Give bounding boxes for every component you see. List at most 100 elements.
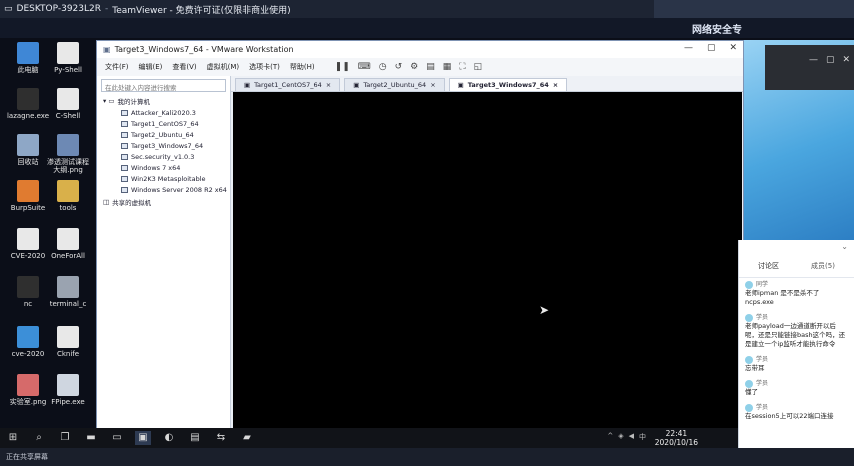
app-icon[interactable]: ▤ (187, 431, 203, 445)
chat-user: 学员 (756, 380, 769, 387)
collapse-icon[interactable]: ⌄ (841, 242, 848, 251)
thumbnail-icon[interactable]: ▦ (443, 62, 452, 72)
vm-tab[interactable]: ▣ Target2_Ubuntu_64 × (344, 78, 445, 91)
start-icon[interactable]: ⊞ (5, 431, 21, 445)
library-vm-item[interactable]: Win2K3 Metasploitable (97, 173, 230, 184)
desktop-icon[interactable]: 回收站 (6, 134, 50, 166)
library-vm-item[interactable]: Sec.security_v1.0.3 (97, 151, 230, 162)
menu-tabs[interactable]: 选项卡(T) (249, 62, 280, 72)
close-icon[interactable]: ✕ (842, 55, 850, 65)
desktop-icon[interactable]: Cknife (46, 326, 90, 358)
library-panel: 在此处键入内容进行搜索 ▾ ▭ 我的计算机 Attacker_Kali2020.… (97, 76, 231, 431)
shared-icon: ◫ (103, 198, 110, 206)
sidebar-icon[interactable]: ▤ (426, 62, 435, 72)
chat-message: 学员 老师payload一边通道断开以后呢，还是只能链接bash这个吗，还是建立一… (739, 311, 854, 353)
desktop-icon[interactable]: cve-2020 (6, 326, 50, 358)
avatar (745, 379, 753, 388)
vmware-toolbar: ❚❚ ⌨ ◷ ↺ ⚙ ▤ ▦ ⛶ ◱ (335, 62, 482, 72)
volume-icon[interactable]: ◀ (629, 432, 634, 442)
desktop-icon[interactable]: Py-Shell (46, 42, 90, 74)
snapshot-icon[interactable]: ◷ (379, 62, 387, 72)
network-icon[interactable]: ◈ (618, 432, 623, 442)
desktop-icon[interactable]: terminal_c (46, 276, 90, 308)
teamviewer-icon[interactable]: ⇆ (213, 431, 229, 445)
file-icon (57, 276, 79, 298)
desktop-icon[interactable]: lazagne.exe (6, 88, 50, 120)
file-icon (57, 326, 79, 348)
shared-vms[interactable]: ◫ 共享的虚拟机 (97, 195, 230, 209)
close-icon[interactable]: × (430, 81, 435, 89)
file-icon (17, 88, 39, 110)
minimize-icon[interactable]: — (809, 55, 818, 65)
vm-console[interactable]: ➤ (233, 92, 742, 429)
desktop-icon[interactable]: 实验室.png (6, 374, 50, 406)
library-vm-item[interactable]: Windows Server 2008 R2 x64 (97, 184, 230, 195)
library-vm-item[interactable]: Windows 7 x64 (97, 162, 230, 173)
maximize-icon[interactable]: ▢ (707, 43, 716, 53)
vm-tab[interactable]: ▣ Target3_Windows7_64 × (448, 78, 568, 91)
desktop-icon[interactable]: FPipe.exe (46, 374, 90, 406)
library-vm-item[interactable]: Target2_Ubuntu_64 (97, 129, 230, 140)
chevron-up-icon[interactable]: ^ (607, 432, 613, 442)
ime-icon[interactable]: 中 (639, 432, 646, 442)
cmd-icon[interactable]: ▬ (83, 431, 99, 445)
chat-user: 同学 (756, 281, 769, 288)
chat-text: 老师ipman 是不是杀不了ncps.exe (745, 289, 820, 306)
desktop-icon[interactable]: C-Shell (46, 88, 90, 120)
maximize-icon[interactable]: ▢ (826, 55, 835, 65)
vm-tab[interactable]: ▣ Target1_CentOS7_64 × (235, 78, 341, 91)
minimize-icon[interactable]: — (684, 43, 693, 53)
vm-tab-icon: ▣ (457, 81, 464, 89)
fullscreen-icon[interactable]: ⛶ (459, 62, 465, 72)
desktop-icon[interactable]: OneForAll (46, 228, 90, 260)
file-icon (17, 134, 39, 156)
tab-members[interactable]: 成员(5) (811, 261, 835, 271)
desktop-icon[interactable]: tools (46, 180, 90, 212)
edge-icon[interactable]: ◐ (161, 431, 177, 445)
task-view-icon[interactable]: ❐ (57, 431, 73, 445)
chat-text: 忘带耳 (745, 364, 765, 372)
chat-message: 学员 懂了 (739, 377, 854, 401)
search-icon[interactable]: ⌕ (31, 431, 47, 445)
tab-discussion[interactable]: 讨论区 (758, 261, 779, 271)
manage-icon[interactable]: ⚙ (410, 62, 418, 72)
library-search-input[interactable]: 在此处键入内容进行搜索 (101, 79, 226, 92)
file-icon (17, 326, 39, 348)
unity-icon[interactable]: ◱ (474, 62, 483, 72)
menu-edit[interactable]: 编辑(E) (139, 62, 163, 72)
library-vm-item[interactable]: Target1_CentOS7_64 (97, 118, 230, 129)
teamviewer-host: DESKTOP-3923L2R (16, 4, 102, 14)
chat-message: 学员 忘带耳 (739, 353, 854, 377)
library-vm-label: Sec.security_v1.0.3 (131, 152, 195, 161)
menu-view[interactable]: 查看(V) (172, 62, 196, 72)
close-icon[interactable]: ✕ (729, 43, 737, 53)
menu-file[interactable]: 文件(F) (105, 62, 129, 72)
revert-icon[interactable]: ↺ (395, 62, 403, 72)
close-icon[interactable]: × (326, 81, 331, 89)
desktop-icon[interactable]: 渗透测试课程大纲.png (46, 134, 90, 174)
desktop-icon-label: terminal_c (49, 300, 87, 308)
library-vm-label: Target3_Windows7_64 (131, 141, 204, 150)
vm-icon (121, 142, 128, 149)
avatar (745, 313, 753, 322)
vmware-taskbar-icon[interactable]: ▣ (135, 431, 151, 445)
folder-icon[interactable]: ▭ (109, 431, 125, 445)
desktop-icon[interactable]: 此电脑 (6, 42, 50, 74)
menu-vm[interactable]: 虚拟机(M) (207, 62, 240, 72)
send-keys-icon[interactable]: ⌨ (358, 62, 371, 72)
library-vm-item[interactable]: Target3_Windows7_64 (97, 140, 230, 151)
close-icon[interactable]: × (553, 81, 558, 89)
library-vm-label: Windows Server 2008 R2 x64 (131, 185, 227, 194)
vm-tab-icon: ▣ (244, 81, 251, 89)
pause-icon[interactable]: ❚❚ (335, 62, 350, 72)
desktop-icon-label: CVE-2020 (10, 252, 46, 260)
menu-help[interactable]: 帮助(H) (290, 62, 315, 72)
desktop-icon[interactable]: CVE-2020 (6, 228, 50, 260)
desktop-icon[interactable]: BurpSuite (6, 180, 50, 212)
library-vm-item[interactable]: Attacker_Kali2020.3 (97, 107, 230, 118)
remote-banner: 网络安全专 (692, 25, 742, 36)
desktop-icon[interactable]: nc (6, 276, 50, 308)
taskbar-clock[interactable]: 22:41 2020/10/16 (655, 429, 698, 447)
terminal-icon[interactable]: ▰ (239, 431, 255, 445)
library-root[interactable]: ▾ ▭ 我的计算机 (97, 95, 230, 107)
